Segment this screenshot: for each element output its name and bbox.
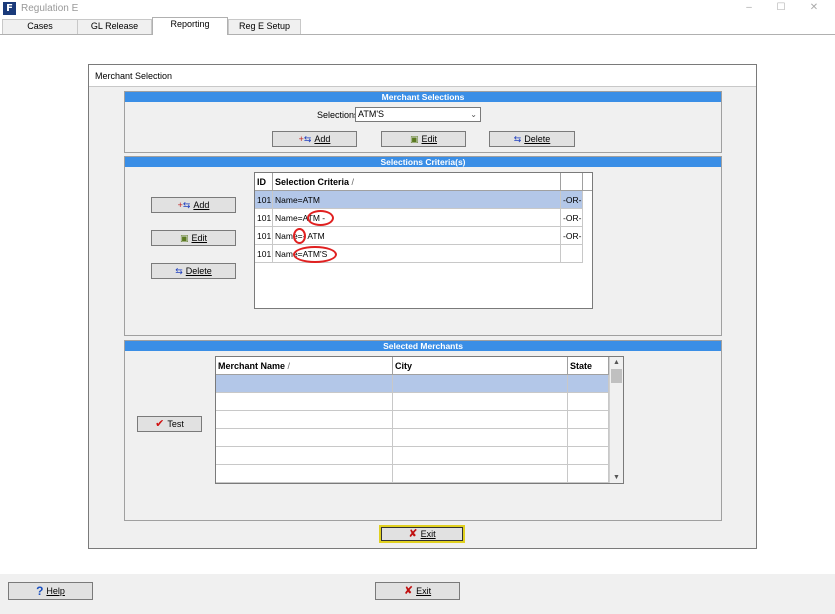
edit-criteria-label: Edit [191,233,208,243]
selected-merchants-header: Selected Merchants [125,341,721,351]
row-op [561,245,583,263]
dialog-title: Merchant Selection [95,71,173,81]
selections-value: ATM'S [358,109,385,119]
selections-label: Selections [317,110,359,120]
row-criteria: Name=ATM [273,191,561,209]
edit-criteria-button[interactable]: ▣ Edit [151,230,236,246]
add-selection-label: Add [314,134,331,144]
row-id: 101 [255,209,273,227]
criteria-section: Selections Criteria(s) +⇆ Add ▣ Edit ⇆ D… [124,156,722,336]
edit-selection-label: Edit [421,134,438,144]
column-header-state[interactable]: State [568,357,609,375]
merchant-selections-header: Merchant Selections [125,92,721,102]
merchant-name-column-label: Merchant Name [218,361,286,371]
merchant-selection-dialog: Merchant Selection Merchant Selections S… [88,64,757,549]
footer-bar: ? Help ✘ Exit [0,574,835,614]
checkmark-icon: ✔ [155,417,165,430]
close-icon: ✘ [403,584,414,597]
dialog-exit-button[interactable]: ✘ Exit [379,525,465,543]
test-label: Test [167,419,184,429]
tab-bar: Cases GL Release Reporting Reg E Setup [0,17,835,35]
column-header-id[interactable]: ID [255,173,273,191]
delete-criteria-label: Delete [185,266,212,276]
add-criteria-label: Add [193,200,210,210]
delete-selection-label: Delete [524,134,551,144]
edit-selection-button[interactable]: ▣ Edit [381,131,466,147]
merchants-grid: Merchant Name / City State ▲ ▼ [215,356,624,484]
criteria-grid: ID Selection Criteria / 101 Name=ATM -OR… [254,172,593,309]
row-op: -OR- [561,209,583,227]
sort-icon: / [287,361,291,371]
dialog-exit-label: Exit [420,529,436,539]
table-row[interactable] [216,393,609,411]
column-header-criteria[interactable]: Selection Criteria / [273,173,561,191]
column-header-city[interactable]: City [393,357,568,375]
selections-dropdown[interactable]: ATM'S ⌄ [355,107,481,122]
help-button[interactable]: ? Help [8,582,93,600]
criteria-grid-header: ID Selection Criteria / [255,173,592,191]
column-header-merchant-name[interactable]: Merchant Name / [216,357,393,375]
main-exit-button[interactable]: ✘ Exit [375,582,460,600]
column-header-op [561,173,583,191]
maximize-icon[interactable]: ☐ [773,2,789,13]
app-logo-icon: F [3,2,16,15]
tab-gl-release[interactable]: GL Release [77,19,152,34]
close-icon: ✘ [408,527,418,540]
minimize-icon[interactable]: – [741,2,757,13]
delete-icon: ⇆ [513,133,522,144]
scrollbar-thumb[interactable] [611,369,622,383]
table-row[interactable] [216,411,609,429]
add-icon: +⇆ [177,199,191,210]
selected-merchants-section: Selected Merchants ✔ Test Merchant Name … [124,340,722,521]
window-title: Regulation E [21,3,79,14]
tab-reporting[interactable]: Reporting [152,17,228,35]
close-icon[interactable]: ✕ [806,2,822,13]
table-row[interactable] [216,447,609,465]
table-row[interactable] [216,429,609,447]
add-icon: +⇆ [298,133,312,144]
annotation-circle [293,246,337,263]
dialog-header: Merchant Selection [89,65,756,87]
row-criteria: Name=- ATM [273,227,561,245]
delete-criteria-button[interactable]: ⇆ Delete [151,263,236,279]
annotation-circle [307,210,334,226]
edit-icon: ▣ [179,232,189,243]
criteria-header: Selections Criteria(s) [125,157,721,167]
delete-icon: ⇆ [175,265,183,276]
row-id: 101 [255,191,273,209]
table-row[interactable] [216,375,609,393]
table-row[interactable]: 101 Name=ATM -OR- [255,191,583,209]
delete-selection-button[interactable]: ⇆ Delete [489,131,575,147]
row-id: 101 [255,227,273,245]
help-icon: ? [36,584,44,598]
table-row[interactable] [216,465,609,483]
title-bar: F Regulation E – ☐ ✕ [0,0,835,17]
test-button[interactable]: ✔ Test [137,416,202,432]
scroll-up-icon[interactable]: ▲ [610,357,623,368]
help-label: Help [46,586,65,596]
merchants-grid-header: Merchant Name / City State [216,357,609,375]
row-op: -OR- [561,191,583,209]
tab-reg-e-setup[interactable]: Reg E Setup [228,19,301,34]
annotation-circle [293,228,306,244]
edit-icon: ▣ [409,133,419,144]
main-exit-label: Exit [416,586,432,596]
criteria-column-label: Selection Criteria [275,177,350,187]
chevron-down-icon: ⌄ [470,110,477,119]
scroll-down-icon[interactable]: ▼ [610,472,623,483]
add-criteria-button[interactable]: +⇆ Add [151,197,236,213]
add-selection-button[interactable]: +⇆ Add [272,131,357,147]
row-id: 101 [255,245,273,263]
sort-icon: / [351,177,355,187]
row-op: -OR- [561,227,583,245]
table-row[interactable]: 101 Name=ATM - -OR- [255,209,583,227]
merchants-scrollbar[interactable]: ▲ ▼ [609,357,623,483]
merchant-selections-section: Merchant Selections Selections ATM'S ⌄ +… [124,91,722,153]
tab-cases[interactable]: Cases [2,19,78,34]
